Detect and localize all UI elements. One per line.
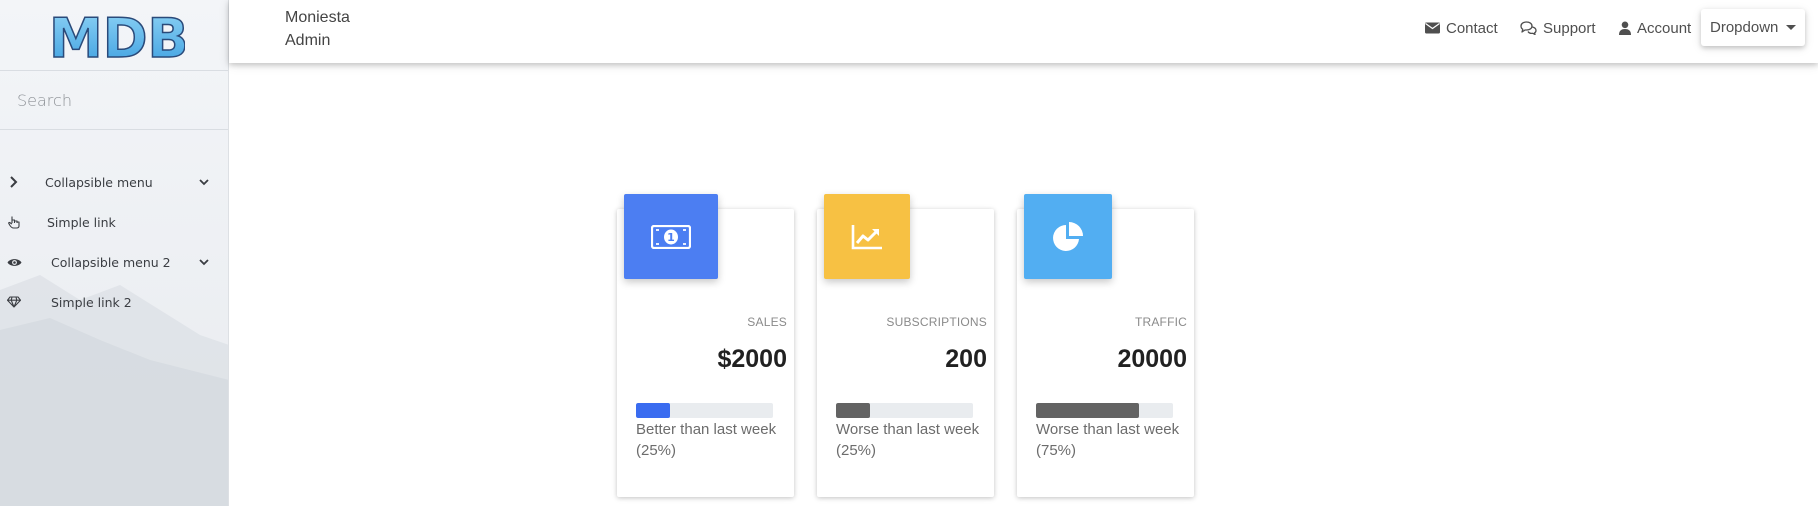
envelope-icon <box>1425 22 1440 34</box>
card-title: TRAFFIC <box>1134 315 1187 329</box>
progress-fill <box>1036 403 1139 418</box>
nav-link-label: Contact <box>1446 19 1498 37</box>
gem-icon <box>6 294 22 310</box>
nav-link-contact[interactable]: Contact <box>1425 18 1498 38</box>
nav-link-support[interactable]: Support <box>1520 18 1596 38</box>
nav-link-label: Support <box>1543 19 1596 37</box>
top-navbar: Moniesta Admin Contact Support Account D… <box>229 0 1818 63</box>
card-icon-box: 1 <box>624 194 718 279</box>
hand-pointer-icon <box>6 214 22 230</box>
card-note: Worse than last week (75%) <box>1036 421 1180 459</box>
navbar-brand[interactable]: Moniesta Admin <box>285 6 350 52</box>
progress-fill <box>836 403 871 418</box>
dropdown-label: Dropdown <box>1710 19 1779 36</box>
card-icon-box <box>1024 194 1112 279</box>
sidebar-menu: Collapsible menu Simple link Collapsible… <box>0 162 228 322</box>
sidebar-item-label: Collapsible menu <box>45 174 153 190</box>
card-value: $2000 <box>717 345 787 373</box>
card-value: 20000 <box>1117 345 1187 373</box>
comments-icon <box>1520 21 1537 35</box>
mdb-logo: MDB <box>48 7 185 63</box>
sidebar-item-simple-link-2[interactable]: Simple link 2 <box>0 282 228 322</box>
stat-card-sales: 1 SALES $2000 Better than last week (25%… <box>617 194 794 497</box>
stat-card-traffic: TRAFFIC 20000 Worse than last week (75%) <box>1017 194 1194 497</box>
card-note: Worse than last week (25%) <box>836 421 980 459</box>
search-input[interactable] <box>0 71 228 129</box>
progress-bar <box>636 403 773 418</box>
caret-down-icon <box>1786 25 1796 30</box>
money-bill-icon: 1 <box>651 224 691 249</box>
user-icon <box>1619 21 1631 35</box>
chevron-down-icon <box>198 176 210 188</box>
progress-fill <box>636 403 671 418</box>
card-note: Better than last week (25%) <box>636 421 777 459</box>
nav-link-account[interactable]: Account <box>1619 18 1691 38</box>
chart-pie-icon <box>1053 221 1083 251</box>
chevron-down-icon <box>198 256 210 268</box>
nav-link-label: Account <box>1637 19 1692 37</box>
sidebar-item-collapsible-menu[interactable]: Collapsible menu <box>0 162 228 202</box>
brand-line-2: Admin <box>285 32 331 49</box>
sidebar-item-label: Simple link 2 <box>51 294 132 310</box>
sidebar-item-collapsible-menu-2[interactable]: Collapsible menu 2 <box>0 242 228 282</box>
sidebar-item-label: Collapsible menu 2 <box>51 254 171 270</box>
card-title: SUBSCRIPTIONS <box>886 315 987 329</box>
dropdown-button[interactable]: Dropdown <box>1701 9 1805 46</box>
progress-bar <box>836 403 973 418</box>
brand-line-1: Moniesta <box>285 9 350 26</box>
logo-text: MDB <box>49 7 185 63</box>
sidebar-item-label: Simple link <box>47 214 116 230</box>
eye-icon <box>6 254 22 270</box>
logo[interactable]: MDB <box>0 0 228 71</box>
chart-line-icon <box>851 224 882 249</box>
progress-bar <box>1036 403 1173 418</box>
svg-text:1: 1 <box>667 231 675 244</box>
search-box[interactable] <box>0 71 228 130</box>
card-value: 200 <box>945 345 987 373</box>
card-title: SALES <box>747 315 787 329</box>
sidebar: MDB Collapsible menu Simple link Collaps… <box>0 0 229 506</box>
chevron-right-icon <box>6 174 22 190</box>
stat-card-subscriptions: SUBSCRIPTIONS 200 Worse than last week (… <box>817 194 994 497</box>
sidebar-item-simple-link[interactable]: Simple link <box>0 202 228 242</box>
card-icon-box <box>824 194 910 279</box>
